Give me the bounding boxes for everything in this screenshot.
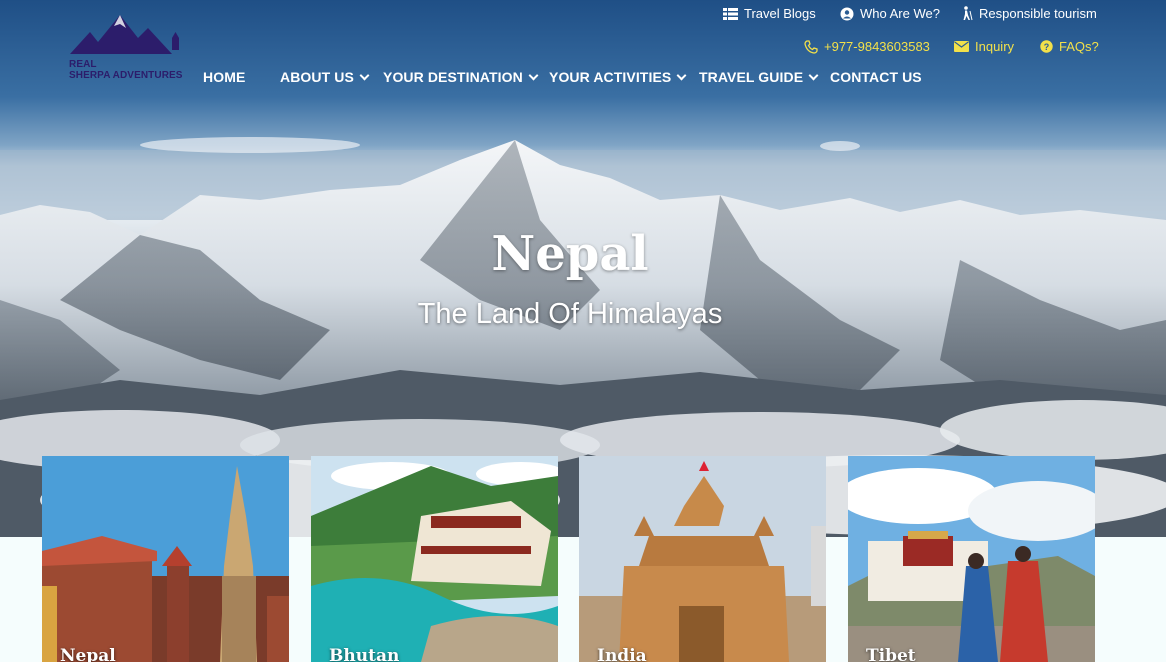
- chevron-down-icon: [528, 70, 539, 80]
- chevron-down-icon: [676, 70, 687, 80]
- nav-home[interactable]: HOME: [203, 69, 245, 85]
- destination-label-india: India: [597, 646, 647, 662]
- logo[interactable]: REAL SHERPA ADVENTURES: [68, 12, 183, 84]
- hero-title: Nepal: [491, 226, 649, 282]
- nav-contact-us-label: CONTACT US: [830, 69, 922, 85]
- faqs-label: FAQs?: [1059, 39, 1099, 54]
- user-circle-icon: [840, 7, 854, 20]
- svg-text:?: ?: [1044, 42, 1050, 52]
- destination-card-tibet[interactable]: Tibet: [848, 456, 1095, 662]
- mountain-logo-icon: [70, 15, 179, 54]
- hiker-icon: [963, 6, 973, 21]
- bhutan-dzong-image: [311, 456, 558, 662]
- tibet-potala-image: [848, 456, 1095, 662]
- india-temple-image: [579, 456, 826, 662]
- who-are-we-label: Who Are We?: [860, 6, 940, 21]
- responsible-tourism-label: Responsible tourism: [979, 6, 1097, 21]
- destination-card-nepal[interactable]: Nepal: [42, 456, 289, 662]
- nepal-temple-image: [42, 456, 289, 662]
- logo-line-2: SHERPA ADVENTURES: [69, 70, 183, 81]
- travel-blogs-label: Travel Blogs: [744, 6, 816, 21]
- destination-label-nepal: Nepal: [60, 646, 116, 662]
- nav-about-us-label: ABOUT US: [280, 69, 354, 85]
- responsible-tourism-link[interactable]: Responsible tourism: [961, 6, 1097, 21]
- destination-card-india[interactable]: India: [579, 456, 826, 662]
- nav-your-activities[interactable]: YOUR ACTIVITIES: [549, 69, 687, 85]
- phone-icon: [804, 39, 818, 54]
- nav-your-destination[interactable]: YOUR DESTINATION: [383, 69, 539, 85]
- list-icon: [723, 7, 738, 20]
- envelope-icon: [954, 41, 969, 52]
- nav-travel-guide[interactable]: TRAVEL GUIDE: [699, 69, 819, 85]
- nav-travel-guide-label: TRAVEL GUIDE: [699, 69, 804, 85]
- nav-contact-us[interactable]: CONTACT US: [830, 69, 922, 85]
- destination-card-bhutan[interactable]: Bhutan: [311, 456, 558, 662]
- inquiry-link[interactable]: Inquiry: [954, 39, 1014, 54]
- question-circle-icon: ?: [1040, 40, 1053, 53]
- nav-your-destination-label: YOUR DESTINATION: [383, 69, 523, 85]
- chevron-down-icon: [808, 70, 819, 80]
- destination-label-bhutan: Bhutan: [329, 646, 400, 662]
- logo-line-1: REAL: [69, 59, 97, 70]
- phone-link[interactable]: +977-9843603583: [804, 39, 930, 54]
- phone-label: +977-9843603583: [824, 39, 930, 54]
- hero-subtitle: The Land Of Himalayas: [417, 298, 723, 330]
- travel-blogs-link[interactable]: Travel Blogs: [723, 6, 816, 21]
- nav-about-us[interactable]: ABOUT US: [280, 69, 370, 85]
- nav-your-activities-label: YOUR ACTIVITIES: [549, 69, 672, 85]
- faqs-link[interactable]: ? FAQs?: [1040, 39, 1099, 54]
- inquiry-label: Inquiry: [975, 39, 1015, 54]
- destination-label-tibet: Tibet: [866, 646, 916, 662]
- chevron-down-icon: [359, 70, 370, 80]
- who-are-we-link[interactable]: Who Are We?: [840, 6, 940, 21]
- nav-home-label: HOME: [203, 69, 246, 85]
